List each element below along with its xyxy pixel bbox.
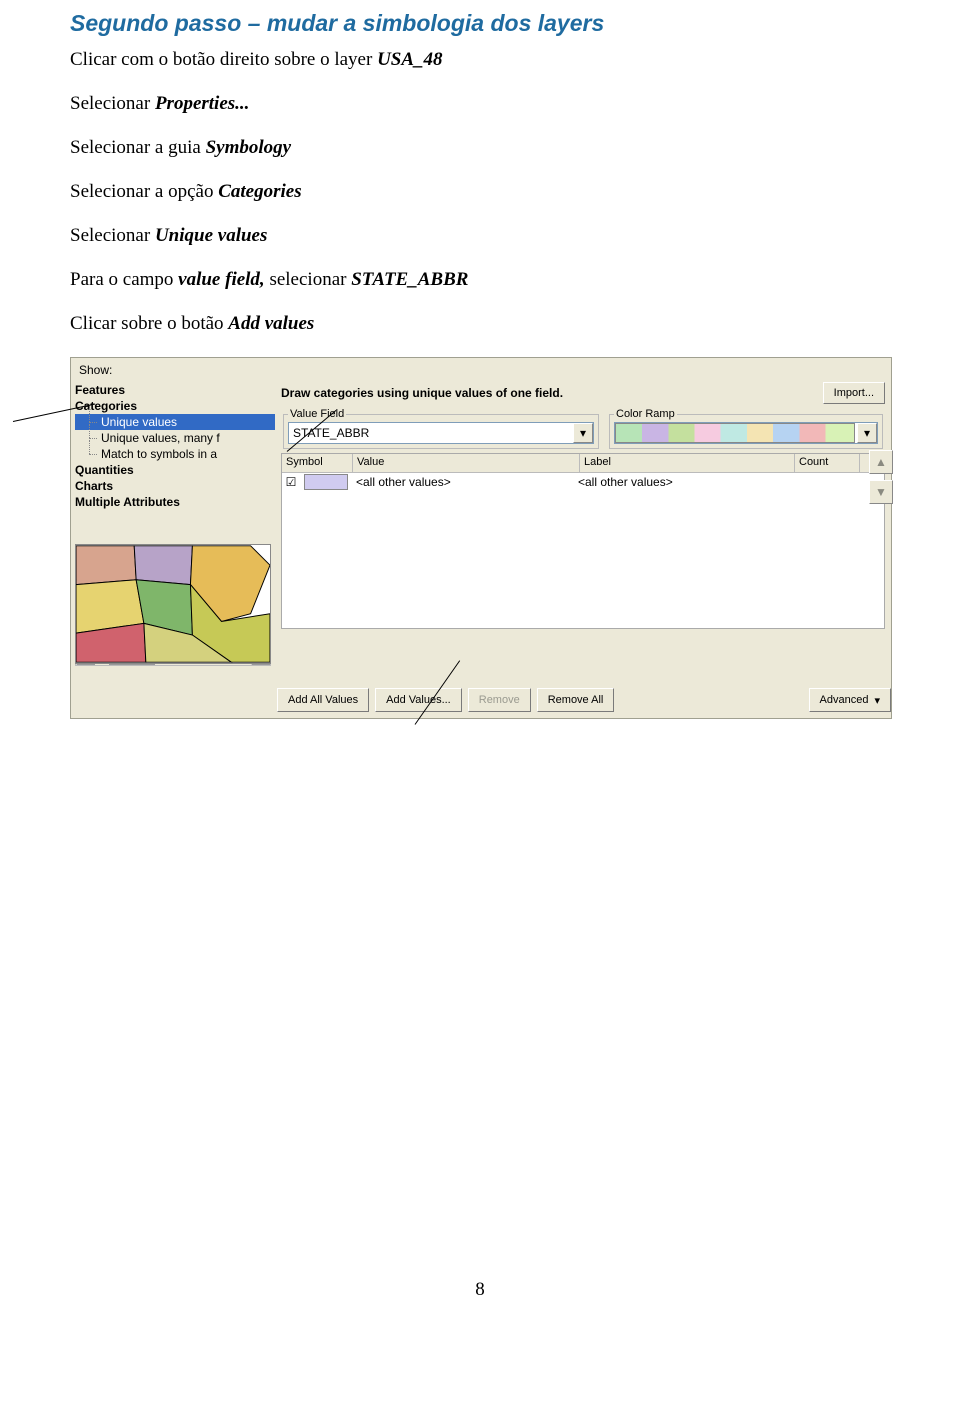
remove-button: Remove xyxy=(468,688,531,712)
instr-7-text: Clicar sobre o botão xyxy=(70,313,228,334)
value-field-legend: Value Field xyxy=(288,408,346,420)
dialog-footer: Add All Values Add Values... Remove Remo… xyxy=(71,682,891,718)
add-values-button[interactable]: Add Values... xyxy=(375,688,462,712)
remove-all-button[interactable]: Remove All xyxy=(537,688,615,712)
instr-3-text: Selecionar a guia xyxy=(70,137,206,158)
color-ramp-fieldset: Color Ramp ▾ xyxy=(609,408,883,449)
instr-5: Selecionar Unique values xyxy=(70,225,890,247)
instr-2: Selecionar Properties... xyxy=(70,93,890,115)
import-button[interactable]: Import... xyxy=(823,382,885,404)
properties-label: Properties... xyxy=(155,93,249,114)
tree-quantities[interactable]: Quantities xyxy=(75,462,275,478)
instr-7: Clicar sobre o botão Add values xyxy=(70,313,890,335)
right-panel-title: Draw categories using unique values of o… xyxy=(281,386,817,400)
state-abbr-value: STATE_ABBR xyxy=(351,269,468,290)
layer-preview xyxy=(75,544,271,664)
values-listbox[interactable]: Symbol Value Label Count ☑ <all other va… xyxy=(281,453,885,629)
col-label[interactable]: Label xyxy=(580,454,795,472)
row-value: <all other values> xyxy=(352,475,574,489)
layer-name: USA_48 xyxy=(377,49,442,70)
move-down-button[interactable]: ▼ xyxy=(869,480,893,504)
instr-6: Para o campo value field, selecionar STA… xyxy=(70,269,890,291)
reorder-buttons: ▲ ▼ xyxy=(869,450,893,504)
arrow-down-icon: ▼ xyxy=(875,485,887,499)
value-field-combo[interactable]: STATE_ABBR ▾ xyxy=(288,422,594,444)
instr-4-text: Selecionar a opção xyxy=(70,181,218,202)
col-symbol[interactable]: Symbol xyxy=(282,454,353,472)
tree-features[interactable]: Features xyxy=(75,382,275,398)
row-label: <all other values> xyxy=(574,475,784,489)
page-number: 8 xyxy=(70,1279,890,1301)
color-ramp-preview xyxy=(615,423,855,443)
instr-2-text: Selecionar xyxy=(70,93,155,114)
color-ramp-legend: Color Ramp xyxy=(614,408,677,420)
color-ramp-combo[interactable]: ▾ xyxy=(614,422,878,444)
instr-4: Selecionar a opção Categories xyxy=(70,181,890,203)
categories-option: Categories xyxy=(218,181,301,202)
right-panel: Draw categories using unique values of o… xyxy=(275,382,891,682)
symbology-dialog: Show: Features Categories Unique values … xyxy=(70,357,892,719)
tree-unique-values-many[interactable]: Unique values, many f xyxy=(75,430,275,446)
row-visibility-checkbox[interactable]: ☑ xyxy=(282,475,300,489)
tree-charts[interactable]: Charts xyxy=(75,478,275,494)
move-up-button[interactable]: ▲ xyxy=(869,450,893,474)
dropdown-icon[interactable]: ▾ xyxy=(857,423,877,443)
doc-heading: Segundo passo – mudar a simbologia dos l… xyxy=(70,10,890,37)
col-count[interactable]: Count xyxy=(795,454,860,472)
show-tree-column: Features Categories Unique values Unique… xyxy=(71,382,275,682)
tree-multiple-attributes[interactable]: Multiple Attributes xyxy=(75,494,275,510)
value-field-selected: STATE_ABBR xyxy=(289,426,573,440)
arrow-up-icon: ▲ xyxy=(875,455,887,469)
tree-unique-values[interactable]: Unique values xyxy=(75,414,275,430)
instr-1-text: Clicar com o botão direito sobre o layer xyxy=(70,49,377,70)
unique-values-option: Unique values xyxy=(155,225,267,246)
instr-5-text: Selecionar xyxy=(70,225,155,246)
symbology-tab: Symbology xyxy=(206,137,292,158)
add-values-term: Add values xyxy=(228,313,314,334)
tree-categories[interactable]: Categories xyxy=(75,398,275,414)
instr-3: Selecionar a guia Symbology xyxy=(70,137,890,159)
instr-6-text-1: Para o campo xyxy=(70,269,178,290)
advanced-button-label: Advanced xyxy=(820,694,869,706)
instr-6-text-2: selecionar xyxy=(265,269,352,290)
instr-1: Clicar com o botão direito sobre o layer… xyxy=(70,49,890,71)
advanced-button[interactable]: Advanced ▾ xyxy=(809,688,891,712)
col-value[interactable]: Value xyxy=(353,454,580,472)
dropdown-icon[interactable]: ▾ xyxy=(573,423,593,443)
values-header: Symbol Value Label Count xyxy=(282,454,884,473)
value-field-term: value field, xyxy=(178,269,265,290)
add-all-values-button[interactable]: Add All Values xyxy=(277,688,369,712)
show-label: Show: xyxy=(71,358,891,382)
values-row-all-other[interactable]: ☑ <all other values> <all other values> xyxy=(282,473,884,491)
chevron-down-icon: ▾ xyxy=(874,694,880,707)
tree-match-symbols[interactable]: Match to symbols in a xyxy=(75,446,275,462)
row-symbol-swatch[interactable] xyxy=(304,474,348,490)
